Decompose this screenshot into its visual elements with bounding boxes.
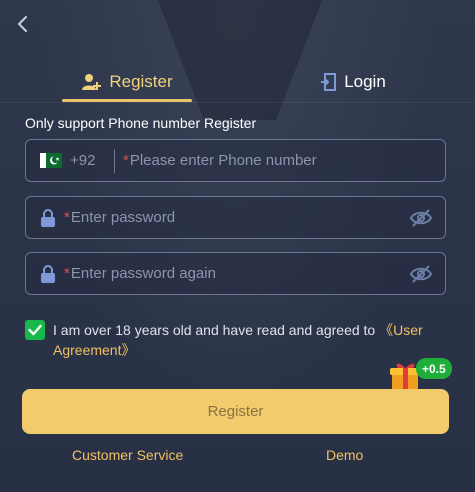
bonus-badge: +0.5 — [416, 358, 452, 379]
agreement-statement: I am over 18 years old and have read and… — [53, 322, 380, 338]
tab-login[interactable]: Login — [298, 60, 408, 104]
password-again-field[interactable]: *Enter password again — [25, 252, 446, 295]
password-again-placeholder: Enter password again — [70, 265, 216, 282]
auth-tabs: Register Login — [0, 60, 475, 104]
register-button[interactable]: Register — [22, 389, 449, 434]
lock-icon — [41, 208, 55, 227]
tab-register[interactable]: Register — [62, 60, 192, 104]
country-code[interactable]: +92 — [70, 152, 104, 169]
register-hint: Only support Phone number Register — [25, 115, 257, 131]
back-button[interactable] — [12, 12, 34, 36]
eye-off-icon[interactable] — [409, 207, 433, 229]
chevron-left-icon — [18, 16, 27, 32]
password-again-input[interactable]: *Enter password again — [64, 265, 216, 282]
customer-service-link[interactable]: Customer Service — [72, 447, 183, 463]
required-mark: * — [64, 265, 70, 282]
password-field[interactable]: *Enter password — [25, 196, 446, 239]
agreement-checkbox[interactable] — [25, 320, 45, 340]
demo-link[interactable]: Demo — [326, 447, 363, 463]
login-door-icon — [321, 73, 337, 91]
tab-login-label: Login — [344, 72, 386, 91]
tabs-divider — [0, 102, 475, 103]
password-placeholder: Enter password — [70, 209, 176, 226]
phone-placeholder: Please enter Phone number — [129, 152, 317, 169]
tab-register-label: Register — [109, 72, 173, 91]
add-user-icon — [82, 74, 102, 90]
agreement-text: I am over 18 years old and have read and… — [53, 320, 445, 360]
field-separator — [114, 148, 115, 173]
required-mark: * — [123, 152, 129, 169]
agreement-row: I am over 18 years old and have read and… — [25, 320, 445, 360]
check-icon — [28, 324, 42, 336]
phone-field[interactable]: +92 *Please enter Phone number — [25, 139, 446, 182]
pakistan-flag-icon — [40, 153, 62, 168]
required-mark: * — [64, 209, 70, 226]
lock-icon — [41, 264, 55, 283]
eye-off-icon[interactable] — [409, 263, 433, 285]
phone-input[interactable]: *Please enter Phone number — [123, 152, 317, 169]
password-input[interactable]: *Enter password — [64, 209, 175, 226]
